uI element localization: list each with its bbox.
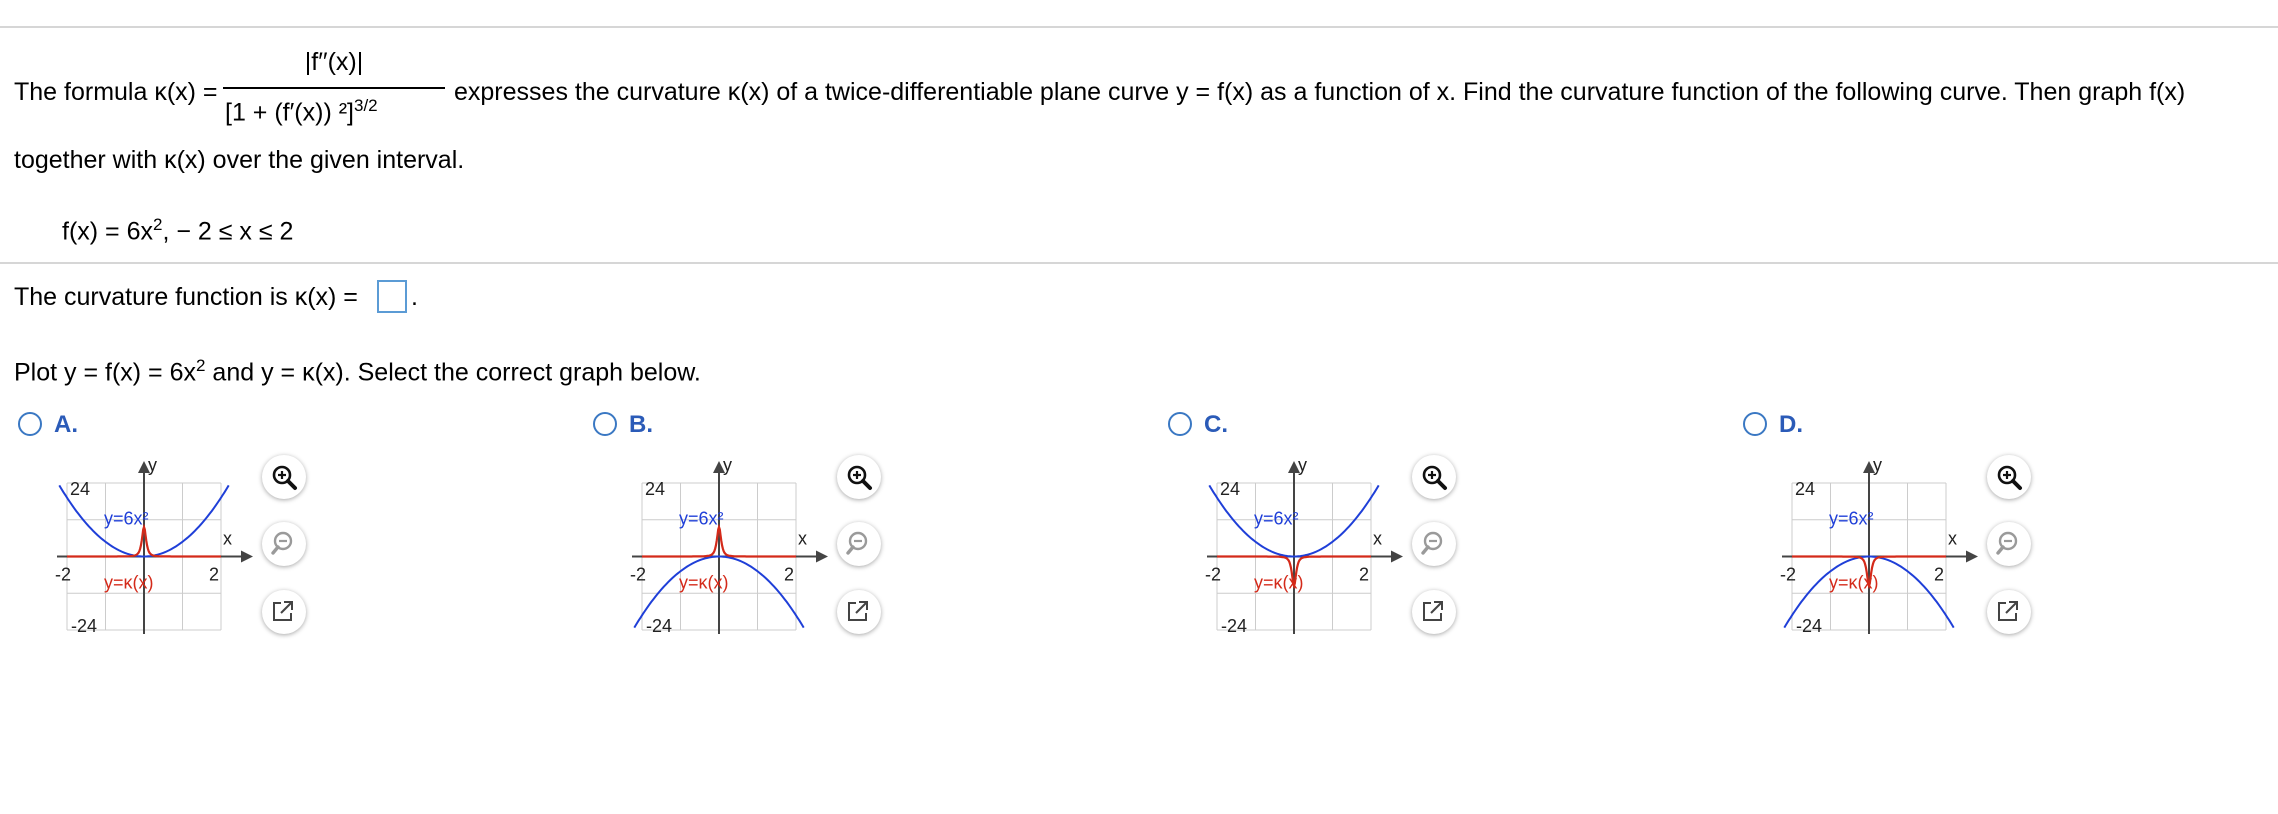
intro-suffix: expresses the curvature κ(x) of a twice-…	[454, 78, 2186, 106]
y-max-label: 24	[1795, 479, 1815, 499]
zoom-in-button[interactable]	[1412, 455, 1456, 499]
kappa-curve-label: y=κ(x)	[1254, 573, 1304, 593]
x-max-label: 2	[1359, 565, 1369, 585]
f-curve-label: y=6x²	[1254, 509, 1299, 529]
function-interval: , − 2 ≤ x ≤ 2	[162, 217, 294, 246]
curvature-question-period: .	[411, 283, 418, 311]
x-min-label: -2	[630, 565, 646, 585]
x-min-label: -2	[55, 565, 71, 585]
kappa-curve-label: y=κ(x)	[679, 573, 729, 593]
plot-question-prefix: Plot y = f(x) = 6x	[14, 358, 197, 387]
x-axis-label: x	[1373, 529, 1382, 549]
zoom-in-button[interactable]	[837, 455, 881, 499]
y-min-label: -24	[1221, 616, 1247, 635]
y-axis-label: y	[148, 455, 157, 475]
x-axis-arrow	[1391, 550, 1403, 563]
open-in-new-icon	[273, 601, 293, 621]
option-radio-d[interactable]	[1743, 412, 1767, 436]
x-axis-label: x	[1948, 529, 1957, 549]
f-curve-label: y=6x²	[1829, 509, 1874, 529]
y-axis-label: y	[1873, 455, 1882, 475]
plot-question-suffix: and y = κ(x). Select the correct graph b…	[205, 358, 701, 387]
zoom-out-icon	[1996, 531, 2018, 555]
function-definition: f(x) = 6x2, − 2 ≤ x ≤ 2	[62, 215, 293, 246]
zoom-in-button[interactable]	[262, 455, 306, 499]
f-curve-label: y=6x²	[679, 509, 724, 529]
intro-line2: together with κ(x) over the given interv…	[14, 146, 465, 174]
open-in-new-button[interactable]	[1412, 590, 1456, 634]
curvature-question: The curvature function is κ(x) =	[14, 283, 358, 311]
kappa-curve-label: y=κ(x)	[104, 573, 154, 593]
zoom-in-icon	[1997, 465, 2022, 490]
formula-numerator: |f′′(x)|	[304, 48, 364, 76]
option-radio-b[interactable]	[593, 412, 617, 436]
x-axis-arrow	[816, 550, 828, 563]
option-graph[interactable]: y x 24 -24 -2 2 y=6x² y=κ(x)	[630, 455, 840, 635]
option-radio-c[interactable]	[1168, 412, 1192, 436]
y-max-label: 24	[1220, 479, 1240, 499]
open-in-new-button[interactable]	[837, 590, 881, 634]
y-axis-label: y	[723, 455, 732, 475]
y-axis-label: y	[1298, 455, 1307, 475]
f-curve-label: y=6x²	[104, 509, 149, 529]
denominator-base: [1 + (f′(x)) ²]	[225, 98, 354, 127]
option-letter: D.	[1779, 411, 1803, 438]
fraction-bar	[223, 87, 445, 89]
zoom-out-button[interactable]	[262, 522, 306, 566]
y-min-label: -24	[1796, 616, 1822, 635]
zoom-in-icon	[272, 465, 297, 490]
curvature-formula: |f′′(x)| [1 + (f′(x)) ²]3/2	[223, 44, 445, 144]
open-in-new-button[interactable]	[1987, 590, 2031, 634]
zoom-out-icon	[1421, 531, 1443, 555]
denominator-exponent: 3/2	[354, 96, 378, 115]
zoom-in-icon	[847, 465, 872, 490]
zoom-out-button[interactable]	[1412, 522, 1456, 566]
kappa-curve-label: y=κ(x)	[1829, 573, 1879, 593]
option-graph[interactable]: y x 24 -24 -2 2 y=6x² y=κ(x)	[1780, 455, 1990, 635]
open-in-new-icon	[1423, 601, 1443, 621]
x-axis-label: x	[798, 529, 807, 549]
open-in-new-icon	[848, 601, 868, 621]
intro-prefix: The formula κ(x) =	[14, 78, 218, 106]
x-axis-label: x	[223, 529, 232, 549]
x-axis-arrow	[1966, 550, 1978, 563]
option-letter: B.	[629, 411, 653, 438]
zoom-out-icon	[271, 531, 293, 555]
option-graph[interactable]: y x 24 -24 -2 2 y=6x² y=κ(x)	[1205, 455, 1415, 635]
option-letter: C.	[1204, 411, 1228, 438]
option-graph[interactable]: y x 24 -24 -2 2 y=6x² y=κ(x)	[55, 455, 265, 635]
open-in-new-button[interactable]	[262, 590, 306, 634]
formula-denominator: [1 + (f′(x)) ²]3/2	[225, 96, 378, 127]
top-divider	[0, 26, 2278, 28]
zoom-out-icon	[846, 531, 868, 555]
zoom-in-icon	[1422, 465, 1447, 490]
curvature-answer-input[interactable]	[377, 280, 407, 313]
y-max-label: 24	[70, 479, 90, 499]
y-max-label: 24	[645, 479, 665, 499]
zoom-out-button[interactable]	[837, 522, 881, 566]
plot-question: Plot y = f(x) = 6x2 and y = κ(x). Select…	[14, 356, 701, 387]
section-divider	[0, 262, 2278, 264]
x-min-label: -2	[1205, 565, 1221, 585]
y-min-label: -24	[646, 616, 672, 635]
x-max-label: 2	[784, 565, 794, 585]
zoom-in-button[interactable]	[1987, 455, 2031, 499]
x-min-label: -2	[1780, 565, 1796, 585]
y-min-label: -24	[71, 616, 97, 635]
x-axis-arrow	[241, 550, 253, 563]
x-max-label: 2	[1934, 565, 1944, 585]
function-base: f(x) = 6x	[62, 217, 153, 246]
x-max-label: 2	[209, 565, 219, 585]
option-radio-a[interactable]	[18, 412, 42, 436]
option-letter: A.	[54, 411, 78, 438]
open-in-new-icon	[1998, 601, 2018, 621]
zoom-out-button[interactable]	[1987, 522, 2031, 566]
